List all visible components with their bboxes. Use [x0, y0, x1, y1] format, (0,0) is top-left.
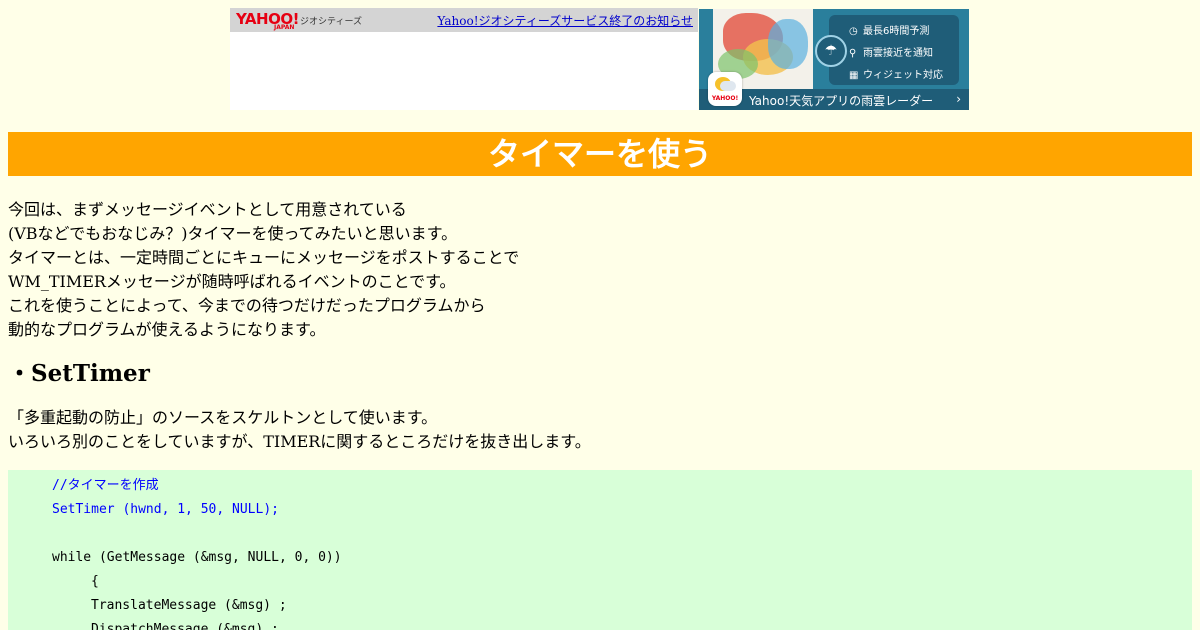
geocities-bar: YAHOO! JAPAN ジオシティーズ Yahoo!ジオシティーズサービス終了… [230, 8, 698, 32]
code-line: TranslateMessage (&msg) ; [91, 598, 287, 613]
feature-item: ⚲ 雨雲接近を通知 [849, 48, 933, 59]
feature-list: ◷ 最長6時間予測 ⚲ 雨雲接近を通知 ▦ ウィジェット対応 [829, 15, 959, 85]
weather-app-ad[interactable]: ◷ 最長6時間予測 ⚲ 雨雲接近を通知 ▦ ウィジェット対応 ☂ Yahoo!天気アプ… [699, 9, 969, 110]
code-line: while (GetMessage (&msg, NULL, 0, 0)) [52, 550, 342, 565]
page: YAHOO! JAPAN ジオシティーズ Yahoo!ジオシティーズサービス終了… [0, 0, 1200, 630]
chevron-right-icon: › [956, 92, 961, 106]
rain-cloud-icon: ☂ [815, 35, 847, 67]
service-end-notice-link[interactable]: Yahoo!ジオシティーズサービス終了のお知らせ [437, 12, 693, 29]
section-heading-settimer: ・SetTimer [8, 360, 150, 387]
section-paragraph: 「多重起動の防止」のソースをスケルトンとして使います。 いろいろ別のことをしてい… [8, 406, 591, 454]
feature-item: ▦ ウィジェット対応 [849, 70, 943, 81]
code-line: SetTimer (hwnd, 1, 50, NULL); [52, 502, 279, 517]
geocities-name: ジオシティーズ [300, 17, 363, 27]
intro-line: WM_TIMERメッセージが随時呼ばれるイベントのことです。 [8, 272, 456, 291]
geocities-banner: YAHOO! JAPAN ジオシティーズ Yahoo!ジオシティーズサービス終了… [230, 8, 698, 110]
code-line: { [91, 574, 99, 589]
intro-line: これを使うことによって、今までの待つだけだったプログラムから [8, 296, 486, 315]
code-line: DispatchMessage (&msg) ; [91, 622, 279, 630]
intro-line: (VBなどでもおなじみ？)タイマーを使ってみたいと思います。 [8, 224, 458, 243]
intro-paragraph: 今回は、まずメッセージイベントとして用意されている (VBなどでもおなじみ？)タ… [8, 198, 519, 342]
page-title: タイマーを使う [8, 132, 1192, 176]
section-line: 「多重起動の防止」のソースをスケルトンとして使います。 [8, 408, 438, 427]
feature-item: ◷ 最長6時間予測 [849, 26, 930, 37]
clock-icon: ◷ [849, 26, 858, 37]
location-pin-icon: ⚲ [849, 48, 857, 59]
weather-app-icon: YAHOO! [708, 72, 742, 106]
weather-ad-footer-text: Yahoo!天気アプリの雨雲レーダー [749, 94, 934, 108]
intro-line: タイマーとは、一定時間ごとにキューにメッセージをポストすることで [8, 248, 520, 267]
yahoo-logo-sub: JAPAN [274, 24, 295, 31]
code-block: //タイマーを作成 SetTimer (hwnd, 1, 50, NULL); … [8, 470, 1192, 630]
section-line: いろいろ別のことをしていますが、TIMERに関するところだけを抜き出します。 [8, 432, 591, 451]
intro-line: 今回は、まずメッセージイベントとして用意されている [8, 200, 407, 219]
code-comment: //タイマーを作成 [52, 478, 159, 493]
intro-line: 動的なプログラムが使えるようになります。 [8, 320, 326, 339]
widget-icon: ▦ [849, 70, 859, 81]
